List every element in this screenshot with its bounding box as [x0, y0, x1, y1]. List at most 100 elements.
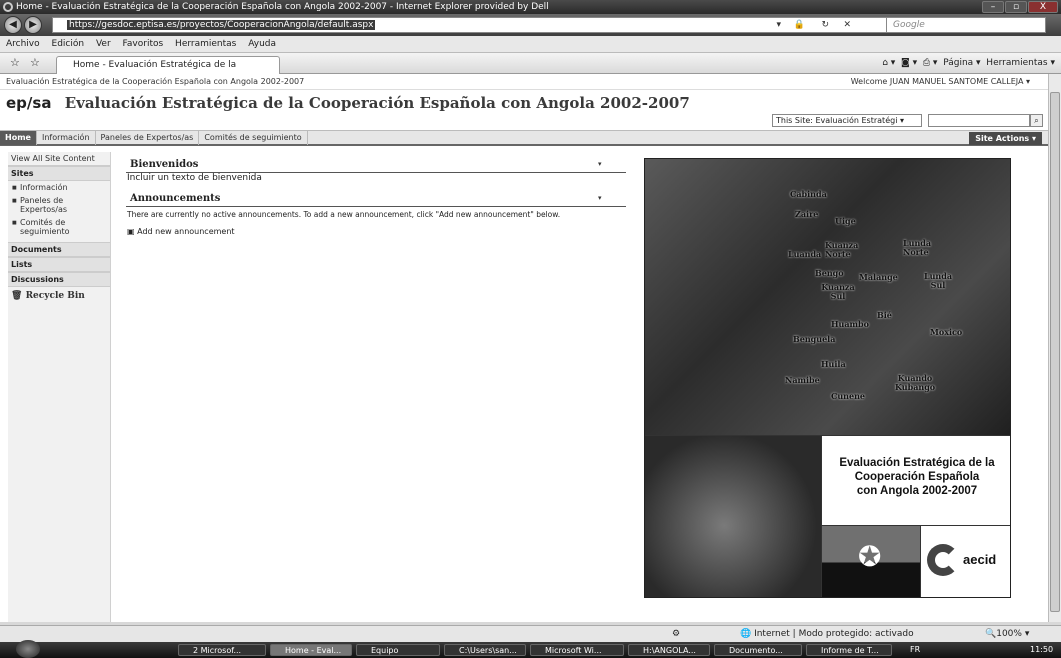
windows-taskbar: 2 Microsof... Home - Eval... Equipo C:\U…	[0, 640, 1061, 658]
taskbar-item[interactable]: 2 Microsof...	[178, 644, 266, 656]
announcements-title[interactable]: Announcements	[130, 193, 220, 204]
ie-logo-icon	[3, 2, 13, 12]
search-scope-select[interactable]: This Site: Evaluación Estratégi ▾	[772, 114, 922, 127]
search-scope-value: This Site: Evaluación Estratégi	[776, 116, 898, 125]
taskbar-item[interactable]: Microsoft Wi...	[530, 644, 624, 656]
map-label: Huila	[821, 359, 846, 369]
welcome-text: Incluir un texto de bienvenida	[127, 173, 262, 183]
view-all-content-link[interactable]: View All Site Content	[8, 152, 110, 166]
language-indicator[interactable]: FR	[910, 645, 920, 654]
protected-mode-status[interactable]: 🌐 Internet | Modo protegido: activado	[740, 626, 914, 643]
recycle-bin-icon: 🗑	[11, 291, 23, 301]
map-label: Bié	[877, 310, 892, 320]
add-announcement-link[interactable]: ▣ Add new announcement	[127, 227, 235, 236]
browser-status-bar: ⚙ 🌐 Internet | Modo protegido: activado …	[0, 625, 1061, 642]
site-actions-button[interactable]: Site Actions ▾	[969, 132, 1042, 145]
announcements-empty-text: There are currently no active announceme…	[127, 210, 561, 219]
quick-launch: View All Site Content Sites Información …	[8, 152, 111, 622]
recycle-bin-label: Recycle Bin	[25, 291, 85, 301]
sharepoint-global-bar: Evaluación Estratégica de la Cooperación…	[0, 74, 1048, 90]
tab-informacion[interactable]: Información	[37, 131, 96, 145]
site-search-input[interactable]	[928, 114, 1030, 127]
minimize-button[interactable]: –	[982, 1, 1004, 13]
angola-map-collage: Cabinda Zaire Uige Luanda Kuanza Norte L…	[645, 159, 1010, 435]
add-announcement-label: Add new announcement	[137, 227, 235, 236]
banner-title-line: Cooperación Española	[854, 471, 980, 483]
start-button[interactable]	[16, 640, 40, 658]
discussions-heading[interactable]: Discussions	[8, 272, 110, 287]
taskbar-item[interactable]: Home - Eval...	[270, 644, 352, 656]
stop-icon[interactable]: ✕	[843, 18, 851, 32]
tab-home[interactable]: Home	[0, 131, 37, 145]
taskbar-item[interactable]: C:\Users\san...	[444, 644, 526, 656]
sites-heading[interactable]: Sites	[8, 166, 110, 181]
menu-ver[interactable]: Ver	[96, 39, 111, 49]
taskbar-item[interactable]: Equipo	[356, 644, 440, 656]
menu-herramientas[interactable]: Herramientas	[175, 39, 236, 49]
lists-heading[interactable]: Lists	[8, 257, 110, 272]
sidebar-item-comites[interactable]: Comités de seguimiento	[8, 216, 110, 238]
recycle-bin-link[interactable]: 🗑 Recycle Bin	[8, 287, 110, 305]
print-icon[interactable]: ⎙ ▾	[923, 58, 938, 68]
favorites-star-icon[interactable]: ☆	[10, 56, 20, 69]
welcome-menu[interactable]: Welcome JUAN MANUEL SANTOME CALLEJA ▾	[851, 74, 1030, 90]
webpart-menu-icon[interactable]: ▾	[598, 194, 602, 202]
map-label: Kuanza Norte	[825, 240, 859, 259]
tab-comites[interactable]: Comités de seguimiento	[199, 131, 308, 145]
menu-ayuda[interactable]: Ayuda	[248, 39, 276, 49]
page-menu[interactable]: Página	[943, 58, 973, 68]
tools-menu[interactable]: Herramientas	[986, 58, 1047, 68]
map-label: Bengo	[815, 268, 844, 278]
tab-paneles[interactable]: Paneles de Expertos/as	[96, 131, 200, 145]
refresh-icon[interactable]: ↻	[821, 18, 829, 32]
add-icon: ▣	[127, 227, 135, 236]
sidebar-item-informacion[interactable]: Información	[8, 181, 110, 194]
browser-tab[interactable]: Home - Evaluación Estratégica de la Coop…	[56, 56, 280, 87]
map-label: Zaire	[795, 209, 819, 219]
lock-icon[interactable]: 🔒	[794, 18, 805, 32]
forward-button[interactable]: ▶	[24, 16, 42, 34]
webpart-menu-icon[interactable]: ▾	[598, 160, 602, 168]
map-label: Malange	[859, 272, 898, 282]
home-icon[interactable]: ⌂ ▾	[882, 58, 895, 68]
search-icon[interactable]: ⌕	[1030, 114, 1043, 127]
map-label: Luanda	[788, 249, 822, 259]
close-button[interactable]: X	[1028, 1, 1058, 13]
map-label: Moxico	[930, 327, 963, 337]
map-label: Cabinda	[790, 189, 827, 199]
map-label: Kuando Kubango	[895, 373, 936, 392]
feeds-icon[interactable]: ◙ ▾	[901, 58, 917, 68]
maximize-button[interactable]: ▫	[1005, 1, 1027, 13]
taskbar-item[interactable]: Documento...	[714, 644, 802, 656]
sidebar-item-paneles[interactable]: Paneles de Expertos/as	[8, 194, 110, 216]
documents-heading[interactable]: Documents	[8, 242, 110, 257]
add-favorites-icon[interactable]: ☆	[30, 56, 40, 69]
map-label: Benguela	[793, 334, 836, 344]
address-dropdown-icon[interactable]: ▾	[776, 18, 781, 32]
map-label: Huambo	[831, 319, 869, 329]
site-title[interactable]: Evaluación Estratégica de la Cooperación…	[65, 94, 690, 112]
menu-favoritos[interactable]: Favoritos	[123, 39, 164, 49]
banner-title: Evaluación Estratégica de la Cooperación…	[822, 436, 1010, 525]
welcome-webpart-title[interactable]: Bienvenidos	[130, 159, 198, 170]
search-input[interactable]: Google	[886, 17, 1046, 33]
taskbar-item[interactable]: Informe de T...	[806, 644, 892, 656]
taskbar-item[interactable]: H:\ANGOLA...	[628, 644, 710, 656]
address-field[interactable]: https://gesdoc.eptisa.es/proyectos/Coope…	[52, 17, 902, 33]
zoom-control[interactable]: 🔍100% ▾	[985, 626, 1029, 643]
map-label: Cunene	[831, 391, 865, 401]
status-icon: ⚙	[672, 629, 681, 639]
clock[interactable]: 11:50	[1030, 645, 1053, 654]
window-title: Home - Evaluación Estratégica de la Coop…	[16, 2, 549, 12]
menu-archivo[interactable]: Archivo	[6, 39, 40, 49]
back-button[interactable]: ◀	[4, 16, 22, 34]
aecid-wordmark: aecid	[963, 552, 997, 567]
eptisa-logo: ep/sa	[6, 94, 52, 112]
menu-edicion[interactable]: Edición	[52, 39, 85, 49]
browser-menu-bar: Archivo Edición Ver Favoritos Herramient…	[0, 36, 1061, 53]
aecid-c-icon	[927, 544, 959, 576]
vertical-scrollbar[interactable]	[1048, 74, 1061, 622]
banner-image: Cabinda Zaire Uige Luanda Kuanza Norte L…	[644, 158, 1011, 598]
global-breadcrumb[interactable]: Evaluación Estratégica de la Cooperación…	[6, 77, 304, 86]
top-nav-bar: Home Información Paneles de Expertos/as Com…	[0, 130, 1048, 146]
